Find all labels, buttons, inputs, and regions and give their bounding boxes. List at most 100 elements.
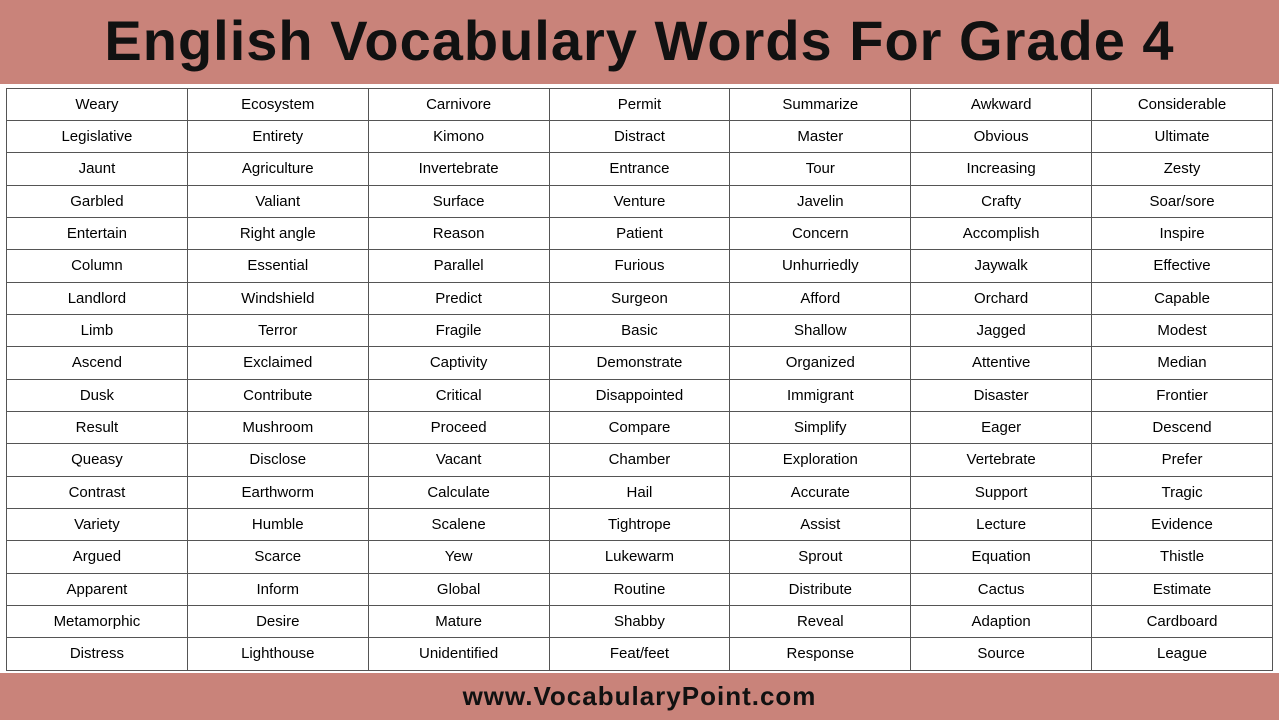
vocabulary-word: Accurate	[732, 481, 908, 504]
vocabulary-word: Capable	[1094, 287, 1270, 310]
table-cell: Soar/sore	[1092, 185, 1273, 217]
vocabulary-word: Response	[732, 642, 908, 665]
vocabulary-word: Weary	[9, 93, 185, 116]
vocabulary-word: Garbled	[9, 190, 185, 213]
vocabulary-word: Evidence	[1094, 513, 1270, 536]
vocabulary-word: Exclaimed	[190, 351, 366, 374]
vocabulary-word: Metamorphic	[9, 610, 185, 633]
table-cell: Mushroom	[187, 412, 368, 444]
vocabulary-word: Basic	[552, 319, 728, 342]
vocabulary-word: Immigrant	[732, 384, 908, 407]
vocabulary-word: Sprout	[732, 545, 908, 568]
table-cell: Distress	[7, 638, 188, 671]
table-cell: Garbled	[7, 185, 188, 217]
table-cell: Desire	[187, 606, 368, 638]
vocabulary-word: Modest	[1094, 319, 1270, 342]
table-cell: Jaywalk	[911, 250, 1092, 282]
table-cell: Entirety	[187, 120, 368, 152]
vocabulary-word: Critical	[371, 384, 547, 407]
table-cell: Tour	[730, 153, 911, 185]
vocabulary-word: Increasing	[913, 157, 1089, 180]
table-cell: Feat/feet	[549, 638, 730, 671]
vocabulary-word: Exploration	[732, 448, 908, 471]
table-cell: Cactus	[911, 573, 1092, 605]
vocabulary-word: Proceed	[371, 416, 547, 439]
vocabulary-word: Ascend	[9, 351, 185, 374]
vocabulary-word: Legislative	[9, 125, 185, 148]
table-cell: Sprout	[730, 541, 911, 573]
vocabulary-word: Humble	[190, 513, 366, 536]
vocabulary-word: Orchard	[913, 287, 1089, 310]
vocabulary-word: Frontier	[1094, 384, 1270, 407]
vocabulary-word: Shallow	[732, 319, 908, 342]
table-cell: Routine	[549, 573, 730, 605]
vocabulary-word: Cactus	[913, 578, 1089, 601]
vocabulary-word: Furious	[552, 254, 728, 277]
vocabulary-word: Distribute	[732, 578, 908, 601]
vocabulary-word: Adaption	[913, 610, 1089, 633]
table-cell: Essential	[187, 250, 368, 282]
vocabulary-word: Dusk	[9, 384, 185, 407]
vocabulary-word: Unidentified	[371, 642, 547, 665]
vocabulary-word: Disclose	[190, 448, 366, 471]
table-cell: Result	[7, 412, 188, 444]
table-cell: Contribute	[187, 379, 368, 411]
vocabulary-word: Thistle	[1094, 545, 1270, 568]
table-cell: Contrast	[7, 476, 188, 508]
table-cell: Inform	[187, 573, 368, 605]
vocabulary-table-area: WearyEcosystemCarnivorePermitSummarizeAw…	[0, 84, 1279, 673]
table-cell: Assist	[730, 509, 911, 541]
footer-url: www.VocabularyPoint.com	[463, 681, 817, 711]
vocabulary-word: Scarce	[190, 545, 366, 568]
table-cell: Captivity	[368, 347, 549, 379]
table-cell: Lecture	[911, 509, 1092, 541]
vocabulary-word: Hail	[552, 481, 728, 504]
table-cell: Zesty	[1092, 153, 1273, 185]
table-cell: Global	[368, 573, 549, 605]
table-cell: Valiant	[187, 185, 368, 217]
table-cell: Surface	[368, 185, 549, 217]
vocabulary-word: Estimate	[1094, 578, 1270, 601]
vocabulary-word: Global	[371, 578, 547, 601]
table-cell: Unhurriedly	[730, 250, 911, 282]
vocabulary-word: Permit	[552, 93, 728, 116]
table-cell: Reveal	[730, 606, 911, 638]
table-cell: Distribute	[730, 573, 911, 605]
vocabulary-word: Afford	[732, 287, 908, 310]
table-cell: Agriculture	[187, 153, 368, 185]
vocabulary-word: Compare	[552, 416, 728, 439]
vocabulary-word: Vertebrate	[913, 448, 1089, 471]
vocabulary-word: Kimono	[371, 125, 547, 148]
table-cell: Apparent	[7, 573, 188, 605]
table-cell: Weary	[7, 88, 188, 120]
table-cell: Distract	[549, 120, 730, 152]
table-cell: Shabby	[549, 606, 730, 638]
table-cell: Disclose	[187, 444, 368, 476]
vocabulary-word: Effective	[1094, 254, 1270, 277]
vocabulary-word: Awkward	[913, 93, 1089, 116]
vocabulary-word: Argued	[9, 545, 185, 568]
vocabulary-word: Attentive	[913, 351, 1089, 374]
table-cell: Immigrant	[730, 379, 911, 411]
table-cell: Thistle	[1092, 541, 1273, 573]
vocabulary-word: Unhurriedly	[732, 254, 908, 277]
vocabulary-word: Shabby	[552, 610, 728, 633]
vocabulary-word: Queasy	[9, 448, 185, 471]
table-cell: Calculate	[368, 476, 549, 508]
vocabulary-word: Limb	[9, 319, 185, 342]
vocabulary-word: Reveal	[732, 610, 908, 633]
vocabulary-word: Predict	[371, 287, 547, 310]
vocabulary-word: Right angle	[190, 222, 366, 245]
vocabulary-word: Cardboard	[1094, 610, 1270, 633]
table-cell: Shallow	[730, 315, 911, 347]
vocabulary-word: Landlord	[9, 287, 185, 310]
table-cell: Argued	[7, 541, 188, 573]
table-cell: Modest	[1092, 315, 1273, 347]
vocabulary-word: Surgeon	[552, 287, 728, 310]
table-cell: Source	[911, 638, 1092, 671]
table-cell: Permit	[549, 88, 730, 120]
table-cell: Invertebrate	[368, 153, 549, 185]
table-cell: Patient	[549, 217, 730, 249]
vocabulary-word: Windshield	[190, 287, 366, 310]
vocabulary-word: Accomplish	[913, 222, 1089, 245]
